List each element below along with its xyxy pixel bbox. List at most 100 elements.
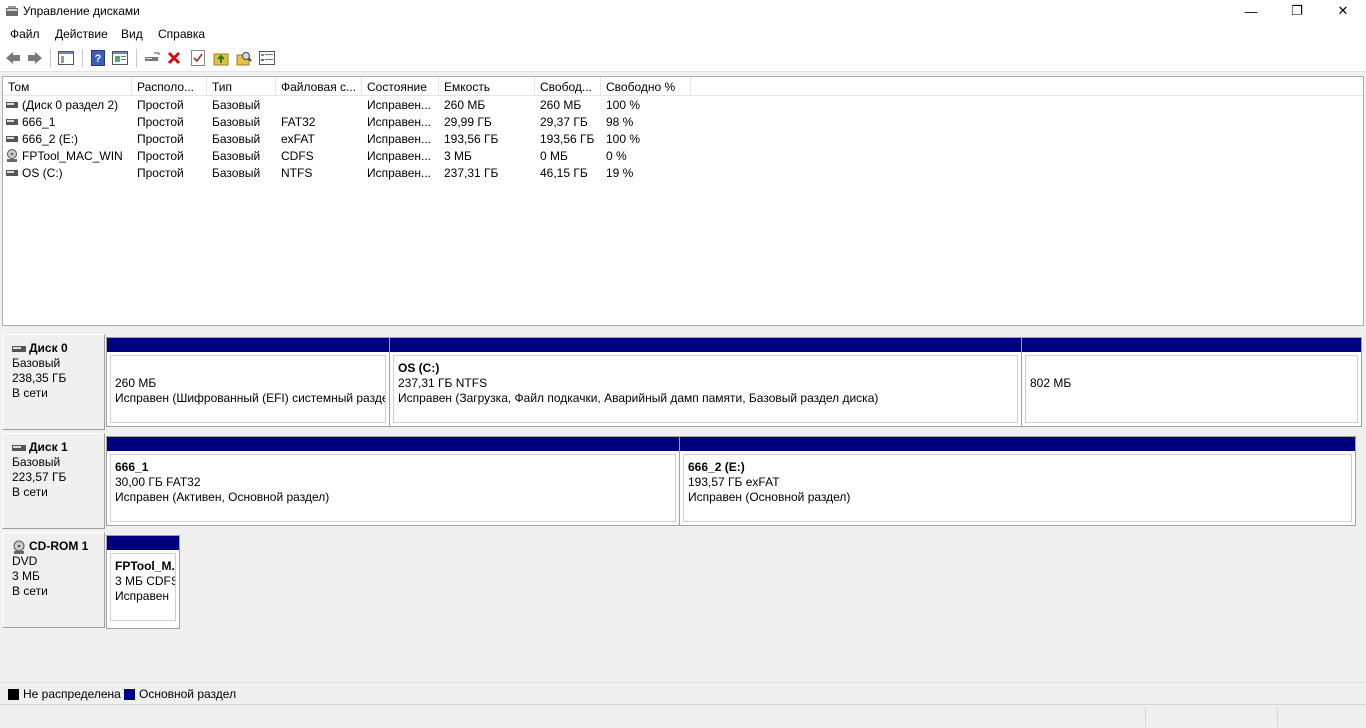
table-row[interactable]: OS (C:) Простой Базовый NTFS Исправен...… <box>3 165 703 182</box>
legend: Не распределена Основной раздел <box>0 682 1366 704</box>
partition-size: 30,00 ГБ FAT32 <box>115 475 201 489</box>
help-button[interactable]: ? <box>89 49 107 67</box>
menu-view[interactable]: Вид <box>121 27 143 41</box>
cdrom-1-label[interactable]: CD-ROM 1 DVD 3 МБ В сети <box>2 532 105 628</box>
column-header-type[interactable]: Тип <box>207 77 276 96</box>
svg-text:?: ? <box>95 53 102 65</box>
partition-efi[interactable]: 260 МБ Исправен (Шифрованный (EFI) систе… <box>107 338 389 426</box>
disk-management-icon <box>6 6 18 16</box>
volume-capacity: 193,56 ГБ <box>444 132 499 146</box>
cdrom-1-partitions: FPTool_M... 3 МБ CDFS Исправен <box>106 535 180 629</box>
disk-icon <box>6 170 18 176</box>
partition-color-bar <box>390 338 1021 352</box>
table-row[interactable]: (Диск 0 раздел 2) Простой Базовый Исправ… <box>3 97 703 114</box>
volume-list[interactable]: Том Располо... Тип Файловая с... Состоян… <box>2 76 1364 326</box>
search-folder-button[interactable] <box>235 49 253 67</box>
properties-button[interactable] <box>111 49 129 67</box>
volume-free-space: 29,37 ГБ <box>540 115 588 129</box>
column-header-layout[interactable]: Располо... <box>132 77 207 96</box>
close-button[interactable]: ✕ <box>1320 0 1366 22</box>
disk-1-label[interactable]: Диск 1 Базовый 223,57 ГБ В сети <box>2 433 105 529</box>
disk-icon <box>6 119 18 125</box>
column-header-volume[interactable]: Том <box>3 77 132 96</box>
check-button[interactable] <box>189 49 207 67</box>
restore-button[interactable]: ❐ <box>1274 0 1320 22</box>
disk-0-label[interactable]: Диск 0 Базовый 238,35 ГБ В сети <box>2 334 105 430</box>
list-view-button[interactable] <box>258 49 276 67</box>
partition-status: Исправен (Шифрованный (EFI) системный ра… <box>115 391 386 405</box>
title-bar: Управление дисками — ❐ ✕ <box>0 0 1366 22</box>
disk-name: CD-ROM 1 <box>29 539 89 553</box>
volume-free-space: 260 МБ <box>540 98 582 112</box>
partition-color-bar <box>107 338 389 352</box>
partition-color-bar <box>680 437 1355 451</box>
column-header-free-percent[interactable]: Свободно % <box>601 77 691 96</box>
volume-type: Базовый <box>212 166 261 180</box>
delete-button[interactable] <box>165 49 183 67</box>
console-tree-icon <box>58 51 74 65</box>
restore-icon: ❐ <box>1291 3 1303 18</box>
status-bar <box>0 704 1366 728</box>
connect-drive-button[interactable] <box>143 49 161 67</box>
disk-kind: Базовый <box>12 356 61 370</box>
disk-state: В сети <box>12 386 48 400</box>
forward-button[interactable] <box>26 49 44 67</box>
partition-details: FPTool_M... 3 МБ CDFS Исправен <box>110 553 176 621</box>
partition-title: 666_2 (E:) <box>688 460 745 474</box>
list-view-icon <box>259 51 275 65</box>
column-header-status[interactable]: Состояние <box>362 77 439 96</box>
folder-up-icon <box>213 53 229 66</box>
volume-free-percent: 100 % <box>606 98 641 112</box>
disk-0-partitions: 260 МБ Исправен (Шифрованный (EFI) систе… <box>106 337 1362 427</box>
connect-drive-icon <box>145 52 160 61</box>
partition-title: FPTool_M... <box>115 559 176 573</box>
partition-color-bar <box>107 536 179 550</box>
volume-free-space: 0 МБ <box>540 149 568 163</box>
search-folder-icon <box>236 52 252 66</box>
partition-666-2[interactable]: 666_2 (E:) 193,57 ГБ exFAT Исправен (Осн… <box>679 437 1355 525</box>
partition-recovery[interactable]: 802 МБ <box>1021 338 1361 426</box>
table-row[interactable]: FPTool_MAC_WIN Простой Базовый CDFS Испр… <box>3 148 703 165</box>
partition-fptool[interactable]: FPTool_M... 3 МБ CDFS Исправен <box>107 536 179 628</box>
volume-free-percent: 100 % <box>606 132 641 146</box>
volume-layout: Простой <box>137 132 184 146</box>
partition-status: Исправен (Активен, Основной раздел) <box>115 490 330 504</box>
partition-os-c[interactable]: OS (C:) 237,31 ГБ NTFS Исправен (Загрузк… <box>389 338 1021 426</box>
toolbar-separator <box>82 49 83 67</box>
column-header-capacity[interactable]: Емкость <box>439 77 535 96</box>
volume-filesystem: CDFS <box>281 149 314 163</box>
status-separator <box>1145 707 1146 727</box>
minimize-button[interactable]: — <box>1228 0 1274 22</box>
volume-free-space: 193,56 ГБ <box>540 132 595 146</box>
table-row[interactable]: 666_2 (E:) Простой Базовый exFAT Исправе… <box>3 131 703 148</box>
volume-free-percent: 98 % <box>606 115 634 129</box>
forward-icon <box>28 52 42 64</box>
partition-color-bar <box>1022 338 1361 352</box>
volume-free-space: 46,15 ГБ <box>540 166 588 180</box>
status-separator <box>1277 707 1278 727</box>
partition-size: 237,31 ГБ NTFS <box>398 376 488 390</box>
console-tree-button[interactable] <box>57 49 75 67</box>
volume-status: Исправен... <box>367 166 432 180</box>
menu-file[interactable]: Файл <box>10 27 40 41</box>
partition-size: 802 МБ <box>1030 376 1072 390</box>
column-header-filesystem[interactable]: Файловая с... <box>276 77 362 96</box>
toolbar-separator <box>50 49 51 67</box>
toolbar-separator <box>136 49 137 67</box>
volume-name: OS (C:) <box>22 166 63 180</box>
menu-action[interactable]: Действие <box>55 27 108 41</box>
disk-name: Диск 0 <box>29 341 68 355</box>
minimize-icon: — <box>1244 3 1258 19</box>
menu-help[interactable]: Справка <box>158 27 205 41</box>
disk-size: 3 МБ <box>12 569 40 583</box>
table-row[interactable]: 666_1 Простой Базовый FAT32 Исправен... … <box>3 114 703 131</box>
partition-666-1[interactable]: 666_1 30,00 ГБ FAT32 Исправен (Активен, … <box>107 437 679 525</box>
volume-status: Исправен... <box>367 115 432 129</box>
folder-up-button[interactable] <box>212 49 230 67</box>
column-header-free-space[interactable]: Свобод... <box>535 77 601 96</box>
volume-status: Исправен... <box>367 98 432 112</box>
back-button[interactable] <box>4 49 22 67</box>
disk-icon <box>6 102 18 108</box>
legend-swatch-unallocated <box>8 689 19 700</box>
partition-title <box>115 361 385 376</box>
